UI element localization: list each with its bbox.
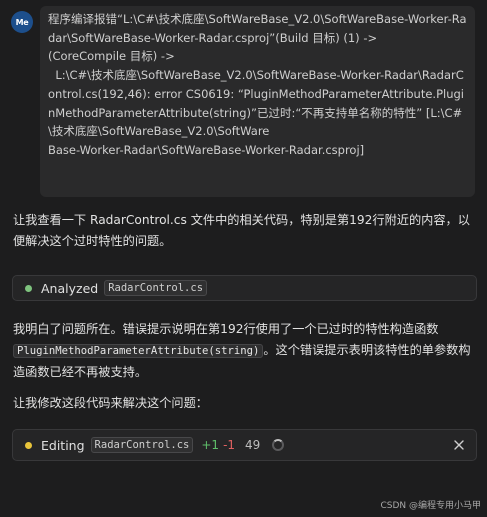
lines-added: +1: [201, 438, 220, 452]
status-dot-icon: [25, 284, 32, 292]
editing-card[interactable]: Editing RadarControl.cs +1 -1 49: [12, 429, 477, 461]
user-message: 程序编译报错“L:\C#\技术底座\SoftWareBase_V2.0\Soft…: [40, 6, 475, 197]
assistant-paragraph-1: 让我查看一下 RadarControl.cs 文件中的相关代码，特别是第192行…: [13, 213, 470, 248]
paragraph-2-text-a: 我明白了问题所在。错误提示说明在第192行使用了一个已过时的特性构造函数: [13, 322, 439, 336]
assistant-paragraph-3: 让我修改这段代码来解决这个问题：: [13, 396, 208, 410]
status-dot-icon: [25, 441, 32, 449]
close-icon[interactable]: [452, 438, 466, 452]
file-chip[interactable]: RadarControl.cs: [90, 437, 194, 453]
watermark: CSDN @编程专用小马甲: [380, 501, 481, 511]
avatar: Me: [11, 11, 33, 33]
inline-code: PluginMethodParameterAttribute(string): [13, 344, 264, 358]
assistant-paragraph-2: 我明白了问题所在。错误提示说明在第192行使用了一个已过时的特性构造函数 Plu…: [13, 319, 475, 383]
editing-label: Editing: [41, 437, 85, 453]
analyzed-label: Analyzed: [41, 280, 99, 296]
close-icon-glyph: [454, 440, 464, 450]
file-chip[interactable]: RadarControl.cs: [104, 280, 208, 296]
spinner-icon: [272, 439, 285, 451]
lines-removed: -1: [223, 438, 236, 452]
analyzed-card[interactable]: Analyzed RadarControl.cs: [12, 275, 477, 301]
line-count: 49: [245, 438, 261, 452]
